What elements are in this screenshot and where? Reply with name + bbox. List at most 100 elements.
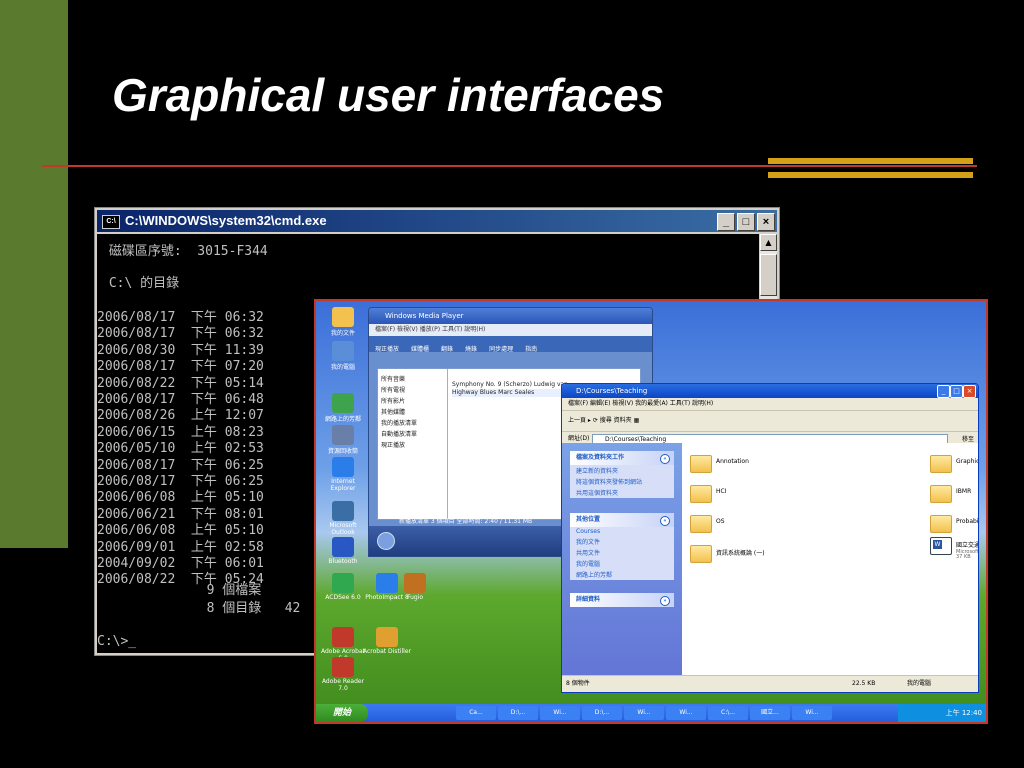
desktop-shortcut-icon[interactable]: Internet Explorer [318, 457, 368, 492]
explorer-task-pane: 檔案及資料夾工作 « 建立新的資料夾 將這個資料夾發佈到網站 共用這個資料夾 其他位置… [562, 443, 682, 676]
folder-label: Graphics [956, 458, 978, 465]
folder-label: HCI [716, 488, 727, 495]
folder-item[interactable]: 資訊系統概論 (一) [690, 543, 810, 563]
task-link[interactable]: 將這個資料夾發佈到網站 [570, 476, 674, 487]
shortcut-glyph-icon [332, 425, 354, 445]
shortcut-glyph-icon [332, 627, 354, 647]
maximize-button[interactable]: □ [737, 213, 755, 231]
explorer-title-text: D:\Courses\Teaching [576, 387, 648, 395]
task-link[interactable]: 網路上的芳鄰 [570, 569, 674, 580]
file-tasks-panel[interactable]: 檔案及資料夾工作 « 建立新的資料夾 將這個資料夾發佈到網站 共用這個資料夾 [570, 451, 674, 498]
taskbar-button[interactable]: D:\... [582, 706, 622, 720]
expand-chevron-icon[interactable]: » [660, 596, 670, 606]
media-tab[interactable]: 媒體櫃 [411, 344, 429, 353]
other-places-panel[interactable]: 其他位置 « Courses 我的文件 共用文件 我的電腦 網路上的芳鄰 [570, 513, 674, 580]
folder-item[interactable]: IBMR [930, 483, 978, 503]
media-player-title: Windows Media Player [369, 308, 652, 324]
task-link[interactable]: 共用這個資料夾 [570, 487, 674, 498]
desktop-shortcut-icon[interactable]: 資源回收筒 [318, 425, 368, 455]
folder-item[interactable]: OS [690, 513, 810, 533]
desktop-shortcut-icon[interactable]: Adobe Reader 7.0 [318, 657, 368, 692]
taskbar-button[interactable]: Ca... [456, 706, 496, 720]
task-link[interactable]: 我的文件 [570, 536, 674, 547]
taskbar-button[interactable]: Wi... [666, 706, 706, 720]
folder-item[interactable]: Annotation [690, 453, 810, 473]
task-link[interactable]: 共用文件 [570, 547, 674, 558]
scroll-thumb[interactable] [760, 254, 777, 296]
folder-label: OS [716, 518, 725, 525]
library-tree-item[interactable]: 自動播放清單 [381, 429, 444, 438]
library-tree-item[interactable]: 所有電視 [381, 385, 444, 394]
collapse-chevron-icon[interactable]: « [660, 454, 670, 464]
shortcut-glyph-icon [332, 457, 354, 477]
task-link[interactable]: 建立新的資料夾 [570, 465, 674, 476]
taskbar-button[interactable]: C:\... [708, 706, 748, 720]
object-count: 8 個物件 [566, 680, 590, 687]
maximize-icon[interactable]: □ [950, 385, 963, 398]
cmd-titlebar[interactable]: C:\ C:\WINDOWS\system32\cmd.exe _ □ × [97, 210, 777, 232]
scroll-up-arrow-icon[interactable]: ▲ [760, 234, 777, 251]
slide-title: Graphical user interfaces [112, 69, 665, 121]
cmd-file-count: 9 個檔案 [97, 583, 262, 598]
media-tab[interactable]: 翻錄 [441, 344, 453, 353]
close-button[interactable]: × [757, 213, 775, 231]
shortcut-glyph-icon [404, 573, 426, 593]
folder-item[interactable]: Probability [930, 513, 978, 533]
explorer-window[interactable]: D:\Courses\Teaching _ □ × 檔案(F) 編輯(E) 檢視… [561, 383, 979, 693]
cmd-volume-serial: 磁碟區序號: 3015-F344 [101, 244, 268, 259]
media-tab[interactable]: 燒錄 [465, 344, 477, 353]
minimize-icon[interactable]: _ [937, 385, 950, 398]
play-button[interactable] [377, 532, 395, 550]
shortcut-label: Microsoft Outlook [329, 522, 357, 536]
desktop-shortcut-icon[interactable]: Fugio [390, 573, 440, 601]
explorer-titlebar[interactable]: D:\Courses\Teaching _ □ × [562, 384, 978, 398]
media-tab[interactable]: 現正播放 [375, 344, 399, 353]
library-tree-item[interactable]: 所有音樂 [381, 374, 444, 383]
media-tab[interactable]: 同步處理 [489, 344, 513, 353]
shortcut-label: Acrobat Distiller [363, 648, 411, 655]
clock: 上午 12:40 [945, 709, 982, 717]
desktop-shortcut-icon[interactable]: 我的電腦 [318, 341, 368, 371]
system-tray[interactable]: 上午 12:40 [898, 704, 986, 722]
library-tree-item[interactable]: 所有影片 [381, 396, 444, 405]
desktop-shortcut-icon[interactable]: ACDSee 6.0 [318, 573, 368, 601]
taskbar-button[interactable]: D:\... [498, 706, 538, 720]
shortcut-glyph-icon [332, 657, 354, 677]
task-link[interactable]: 我的電腦 [570, 558, 674, 569]
folder-item[interactable]: HCI [690, 483, 810, 503]
media-player-menu[interactable]: 檔案(F) 檢視(V) 播放(P) 工具(T) 說明(H) [369, 324, 652, 336]
library-tree-item[interactable]: 現正播放 [381, 440, 444, 449]
shortcut-glyph-icon [332, 501, 354, 521]
playlist-status: 新播放清單 3 個項目 全部時間: 2:40 / 11.31 MB [399, 518, 533, 525]
task-link[interactable]: Courses [570, 527, 674, 536]
folder-icon [930, 455, 952, 473]
start-button[interactable]: 開始 [316, 704, 368, 722]
explorer-menu[interactable]: 檔案(F) 編輯(E) 檢視(V) 我的最愛(A) 工具(T) 說明(H) [562, 398, 978, 411]
desktop-shortcut-icon[interactable]: Bluetooth [318, 537, 368, 565]
folder-icon [690, 515, 712, 533]
folder-contents[interactable]: 國立交通大學課程授課.doc Microsoft Word 文件 37 KB A… [682, 443, 978, 676]
desktop-shortcut-icon[interactable]: Acrobat Distiller [362, 627, 412, 655]
media-library-tree[interactable]: 所有音樂所有電視所有影片其他媒體我的播放清單 自動播放清單 現正播放 [378, 369, 448, 519]
collapse-chevron-icon[interactable]: « [660, 516, 670, 526]
library-tree-item[interactable]: 我的播放清單 [381, 418, 444, 427]
library-tree-item[interactable]: 其他媒體 [381, 407, 444, 416]
taskbar-button[interactable]: Wi... [624, 706, 664, 720]
media-tab[interactable]: 指南 [525, 344, 537, 353]
close-icon[interactable]: × [963, 385, 976, 398]
shortcut-glyph-icon [332, 341, 354, 361]
taskbar-button[interactable]: Wi... [792, 706, 832, 720]
explorer-toolbar[interactable]: 上一頁 ▸ ⟳ 搜尋 資料夾 ▦ [562, 411, 978, 432]
desktop-shortcut-icon[interactable]: Microsoft Outlook [318, 501, 368, 536]
media-player-tabs[interactable]: 現正播放 媒體櫃 翻錄 燒錄 同步處理 指南 [369, 336, 652, 353]
minimize-button[interactable]: _ [717, 213, 735, 231]
taskbar-button[interactable]: Wi... [540, 706, 580, 720]
shortcut-label: 我的電腦 [330, 364, 355, 371]
desktop-shortcut-icon[interactable]: 我的文件 [318, 307, 368, 337]
desktop-shortcut-icon[interactable]: 網路上的芳鄰 [318, 393, 368, 423]
folder-item[interactable]: Graphics [930, 453, 978, 473]
word-document[interactable]: 國立交通大學課程授課.doc Microsoft Word 文件 37 KB [930, 535, 978, 560]
slide-accent-bar [0, 0, 68, 548]
details-panel[interactable]: 詳細資料 » [570, 593, 674, 607]
taskbar-button[interactable]: 國立... [750, 706, 790, 720]
